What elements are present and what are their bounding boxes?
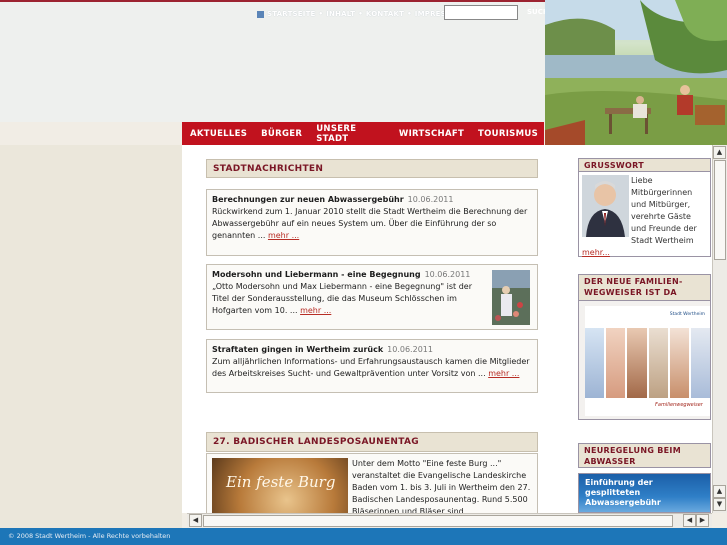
news-text: Rückwirkend zum 1. Januar 2010 stellt di… [212,207,528,240]
section-heading-stadtnachrichten: STADTNACHRICHTEN [206,159,538,178]
top-nav: STARTSEITE • INHALT • KONTAKT • IMPRESSU… [257,8,464,20]
news-date: 10.06.2011 [424,270,471,279]
horizontal-scrollbar[interactable]: ◀ ◀ ▶ [187,513,712,528]
nav-wirtschaft[interactable]: WIRTSCHAFT [391,129,470,139]
horizontal-scroll-thumb[interactable] [203,515,673,527]
news-text: „Otto Modersohn und Max Liebermann - ein… [212,282,472,315]
mayor-portrait[interactable] [582,175,629,237]
brochure-photos [585,328,710,398]
search-input[interactable] [444,5,518,20]
news-more-link[interactable]: mehr ... [488,369,519,378]
news-title[interactable]: Berechnungen zur neuen Abwassergebühr [212,195,404,204]
abwasser-banner[interactable]: Einführung der gesplitteten Abwassergebü… [578,473,711,513]
footer-copyright: © 2008 Stadt Wertheim - Alle Rechte vorb… [8,532,171,540]
scroll-left-icon[interactable]: ◀ [683,514,696,527]
news-date: 10.06.2011 [387,345,433,354]
main-nav: AKTUELLES BÜRGER UNSERE STADT WIRTSCHAFT… [182,122,544,145]
top-nav-separator: • [407,10,412,18]
top-nav-startseite[interactable]: STARTSEITE [267,10,316,18]
news-more-link[interactable]: mehr ... [268,231,299,240]
posaunentag-box: Ein feste Burg Unter dem Motto "Eine fes… [206,453,538,513]
top-nav-separator: • [318,10,324,18]
scroll-left-icon[interactable]: ◀ [189,514,202,527]
familienwegweiser-image[interactable]: Stadt Wertheim Familienwegweiser [578,300,711,420]
scroll-right-icon[interactable]: ▶ [696,514,709,527]
top-nav-inhalt[interactable]: INHALT [326,10,355,18]
section-heading-posaunentag: 27. BADISCHER LANDESPOSAUNENTAG [206,432,538,452]
trumpet-image-caption: Ein feste Burg [226,473,336,491]
left-column [0,145,182,528]
news-item: Modersohn und Liebermann - eine Begegnun… [206,264,538,330]
news-text: Zum alljährlichen Informations- und Erfa… [212,357,530,378]
grusswort-more-link[interactable]: mehr... [582,248,610,257]
trumpet-image[interactable]: Ein feste Burg [212,458,348,513]
lakeside-picnic-photo [545,0,727,145]
nav-tourismus[interactable]: TOURISMUS [470,129,544,139]
nav-square-icon [257,10,264,18]
sidebar-heading-abwasser: NEUREGELUNG BEIM ABWASSER [578,443,711,468]
grusswort-text: Liebe Mitbürgerinnen und Mitbürger, vere… [631,176,697,245]
grusswort-box: Liebe Mitbürgerinnen und Mitbürger, vere… [578,171,711,257]
vertical-scroll-thumb[interactable] [714,160,726,260]
nav-buerger[interactable]: BÜRGER [253,129,308,139]
top-nav-separator: • [358,10,363,18]
footer: © 2008 Stadt Wertheim - Alle Rechte vorb… [0,528,727,545]
header-photo [545,0,727,145]
brochure-title: Familienwegweiser [655,402,703,408]
vertical-scrollbar[interactable]: ▲ ▲ ▼ [712,145,727,513]
news-title[interactable]: Modersohn und Liebermann - eine Begegnun… [212,270,421,279]
scroll-up-icon[interactable]: ▲ [713,485,726,498]
sidebar-heading-familien: DER NEUE FAMILIEN-WEGWEISER IST DA [578,274,711,301]
brochure-subtitle: Stadt Wertheim [669,312,705,317]
scroll-up-icon[interactable]: ▲ [713,146,726,159]
news-item: Berechnungen zur neuen Abwassergebühr 10.… [206,189,538,256]
sidebar-heading-grusswort: GRUSSWORT [578,158,711,172]
nav-aktuelles[interactable]: AKTUELLES [182,129,253,139]
news-more-link[interactable]: mehr ... [300,306,331,315]
news-title[interactable]: Straftaten gingen in Wertheim zurück [212,345,383,354]
scroll-down-icon[interactable]: ▼ [713,498,726,511]
news-date: 10.06.2011 [407,195,454,204]
posaunentag-text: Unter dem Motto "Eine feste Burg ..." ve… [352,459,531,513]
top-nav-kontakt[interactable]: KONTAKT [366,10,404,18]
painting-thumbnail[interactable] [492,270,530,325]
content-area: STADTNACHRICHTEN Berechnungen zur neuen … [182,145,712,513]
header-accent-line [0,0,545,2]
nav-unsere-stadt[interactable]: UNSERE STADT [308,124,391,144]
news-item: Straftaten gingen in Wertheim zurück 10.0… [206,339,538,393]
brochure-cover: Stadt Wertheim Familienwegweiser [585,306,710,416]
